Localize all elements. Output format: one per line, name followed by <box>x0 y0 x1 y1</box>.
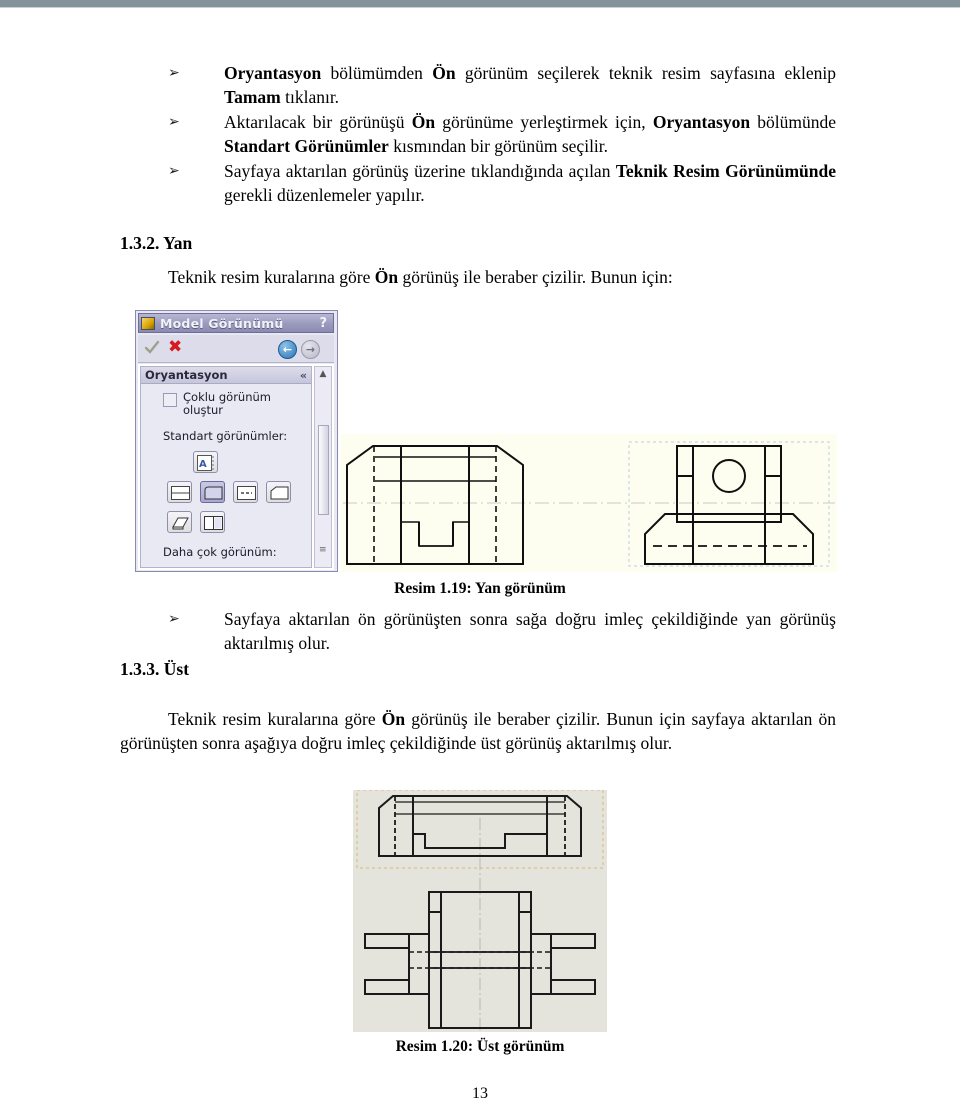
two-view-icon <box>204 515 224 530</box>
orientation-group: Oryantasyon « Çoklu görünüm oluştur Stan… <box>140 366 312 568</box>
heading-1-3-2: 1.3.2. Yan <box>120 233 193 253</box>
caption-1-19: Resim 1.19: Yan görünüm <box>394 580 566 597</box>
front-view-button[interactable] <box>167 481 192 503</box>
front-view-inner-1-20 <box>395 801 565 815</box>
list-item: ➢ Sayfaya aktarılan ön görünüşten sonra … <box>168 608 836 655</box>
top-view-button[interactable] <box>266 481 292 503</box>
standard-views-buttons: A <box>167 451 307 537</box>
arrow-bullet-icon: ➢ <box>168 163 180 179</box>
drawing-svg-1-19 <box>343 441 835 567</box>
left-view-icon <box>204 485 223 500</box>
orientation-group-header[interactable]: Oryantasyon « <box>141 367 311 384</box>
arrow-bullet-icon: ➢ <box>168 65 180 81</box>
view-button-row-1: A <box>193 451 307 477</box>
nav-forward-icon[interactable]: → <box>301 340 320 359</box>
multi-view-checkbox[interactable] <box>163 393 177 407</box>
orientation-group-label: Oryantasyon <box>145 368 228 382</box>
two-view-button[interactable] <box>200 511 226 533</box>
arrow-bullet-icon: ➢ <box>168 114 180 130</box>
right-view-button[interactable] <box>233 481 259 503</box>
paragraph-1-3-2: Teknik resim kuralarına göre Ön görünüş … <box>168 267 673 287</box>
model-view-panel[interactable]: Model Görünümü ? ✖ ← → Oryantasyon « Çok… <box>135 310 338 572</box>
list-item: ➢ Oryantasyon bölümümden Ön görünüm seçi… <box>168 62 836 109</box>
nav-back-icon[interactable]: ← <box>278 340 297 359</box>
arrow-bullet-icon: ➢ <box>168 611 180 627</box>
model-view-icon <box>141 316 155 330</box>
right-view-icon <box>237 485 257 500</box>
caption-1-20: Resim 1.20: Üst görünüm <box>395 1038 565 1055</box>
paragraph-1-3-3: Teknik resim kuralarına göre Ön görünüş … <box>120 709 836 753</box>
view-button-row-2 <box>167 481 307 507</box>
current-model-view-button[interactable]: A <box>193 451 218 473</box>
svg-text:A: A <box>199 459 207 470</box>
bullet-list-after-1-19: ➢ Sayfaya aktarılan ön görünüşten sonra … <box>168 608 836 657</box>
list-item: ➢ Sayfaya aktarılan görünüş üzerine tıkl… <box>168 160 836 207</box>
document-page: ➢ Oryantasyon bölümümden Ön görünüm seçi… <box>0 7 960 1107</box>
panel-title: Model Görünümü <box>160 315 284 331</box>
view-button-row-3 <box>167 511 307 537</box>
standard-views-label: Standart görünümler: <box>163 429 288 443</box>
figure-1-19: Model Görünümü ? ✖ ← → Oryantasyon « Çok… <box>135 310 837 572</box>
heading-1-3-3: 1.3.3. Üst <box>120 659 190 679</box>
front-view-icon <box>171 485 190 500</box>
drawing-sheet-1-19 <box>341 434 837 572</box>
chevron-up-icon[interactable]: « <box>300 369 307 382</box>
panel-scrollbar[interactable]: ▲ ≡ <box>314 366 332 568</box>
help-button[interactable]: ? <box>319 316 327 331</box>
scrollbar-grip-icon: ≡ <box>319 545 327 555</box>
bullet-text: Aktarılacak bir görünüşü Ön görünüme yer… <box>224 112 836 156</box>
page-number: 13 <box>472 1085 488 1102</box>
cancel-x-icon[interactable]: ✖ <box>168 339 182 356</box>
isometric-view-icon <box>171 515 189 530</box>
panel-toolbar: ✖ ← → <box>138 335 334 363</box>
list-item: ➢ Aktarılacak bir görünüşü Ön görünüme y… <box>168 111 836 158</box>
top-view-icon <box>270 485 289 500</box>
panel-titlebar: Model Görünümü ? <box>138 313 334 333</box>
bullet-text: Sayfaya aktarılan görünüş üzerine tıklan… <box>224 161 836 205</box>
more-views-label: Daha çok görünüm: <box>163 545 277 559</box>
confirm-check-icon[interactable] <box>144 340 160 356</box>
nav-forward-glyph: → <box>305 343 316 356</box>
multi-view-checkbox-row[interactable]: Çoklu görünüm oluştur <box>163 391 303 417</box>
scrollbar-thumb[interactable] <box>318 425 329 515</box>
current-model-view-icon: A <box>197 455 214 471</box>
scroll-up-icon[interactable]: ▲ <box>317 369 329 379</box>
side-view-hole <box>712 459 746 493</box>
left-view-button[interactable] <box>200 481 226 503</box>
isometric-view-button[interactable] <box>167 511 192 533</box>
drawing-svg-1-20 <box>356 789 604 1030</box>
bullet-text: Oryantasyon bölümümden Ön görünüm seçile… <box>224 63 836 107</box>
bullet-list-top: ➢ Oryantasyon bölümümden Ön görünüm seçi… <box>168 62 836 209</box>
front-view-inner-lines <box>375 456 496 547</box>
multi-view-checkbox-label: Çoklu görünüm oluştur <box>183 390 271 417</box>
figure-1-20 <box>353 789 607 1032</box>
panel-body: Oryantasyon « Çoklu görünüm oluştur Stan… <box>138 364 334 570</box>
bullet-text: Sayfaya aktarılan ön görünüşten sonra sa… <box>224 609 836 653</box>
nav-back-glyph: ← <box>282 343 293 356</box>
